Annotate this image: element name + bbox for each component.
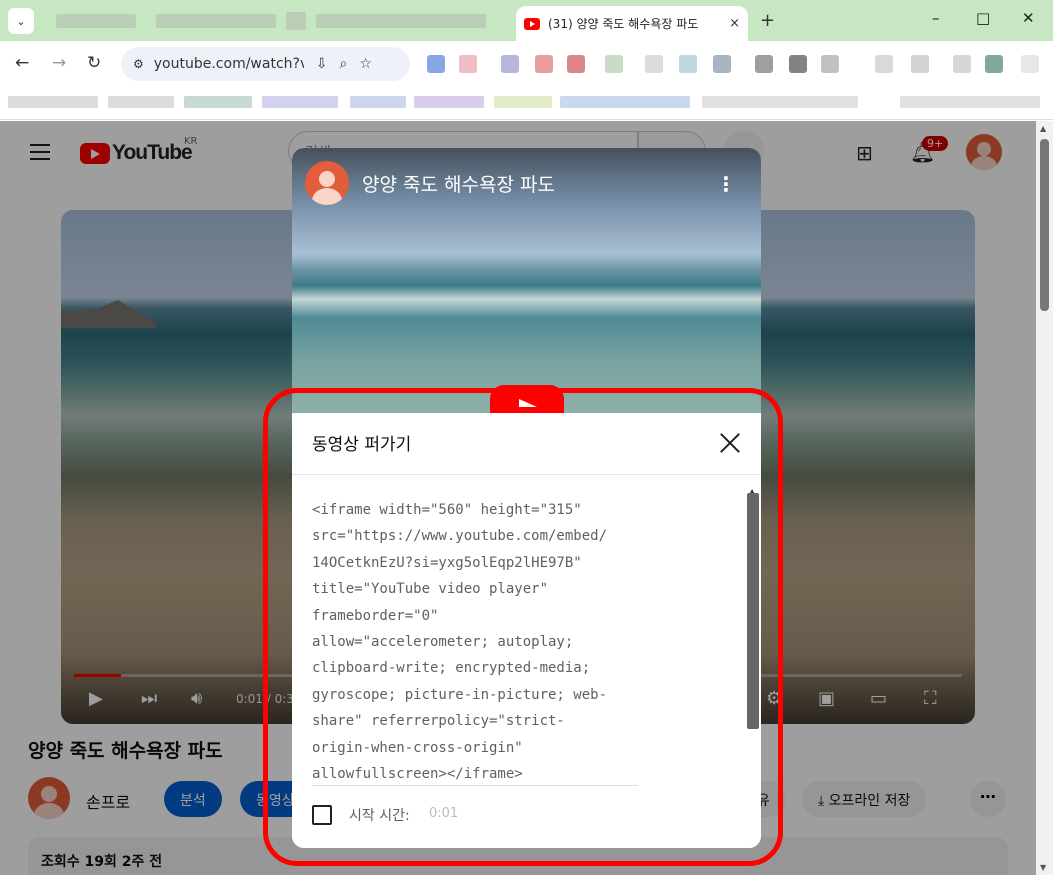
extension-icon[interactable] [985, 55, 1003, 73]
extension-icon[interactable] [679, 55, 697, 73]
zoom-icon[interactable]: ⌕ [340, 56, 348, 72]
tab-close-icon[interactable]: × [729, 16, 740, 31]
address-bar[interactable]: ⚙ youtube.com/watch?v... ⇩ ⌕ ☆ [121, 47, 410, 81]
embed-preview-video[interactable]: 양양 죽도 해수욕장 파도 ⋮ [292, 148, 761, 415]
blurred-tabs [46, 6, 506, 36]
extension-icon[interactable] [605, 55, 623, 73]
reload-icon[interactable]: ↻ [87, 53, 101, 73]
bookmark-item[interactable] [414, 96, 484, 108]
extension-icon[interactable] [821, 55, 839, 73]
tab-placeholder[interactable] [56, 14, 136, 28]
bookmark-item[interactable] [184, 96, 252, 108]
bookmarks-bar [0, 87, 1053, 120]
tab-placeholder[interactable] [316, 14, 486, 28]
extension-icon[interactable] [1021, 55, 1039, 73]
tab-title: (31) 양양 죽도 해수욕장 파도 [548, 17, 699, 31]
embed-preview-title: 양양 죽도 해수욕장 파도 [362, 174, 555, 196]
extension-icon[interactable] [501, 55, 519, 73]
bookmark-item[interactable] [108, 96, 174, 108]
tab-placeholder[interactable] [156, 14, 276, 28]
back-arrow-icon[interactable]: ← [15, 53, 29, 73]
site-info-icon[interactable]: ⚙ [133, 57, 144, 71]
install-app-icon[interactable]: ⇩ [316, 56, 328, 72]
annotation-highlight [263, 388, 783, 866]
bookmark-item[interactable] [8, 96, 98, 108]
extension-icon[interactable] [645, 55, 663, 73]
new-tab-button[interactable]: + [760, 10, 775, 31]
bookmark-item[interactable] [262, 96, 338, 108]
extension-icon[interactable] [459, 55, 477, 73]
close-window-button[interactable]: ✕ [1022, 9, 1035, 27]
bookmark-item[interactable] [900, 96, 1040, 108]
embed-channel-avatar [305, 161, 349, 205]
kebab-menu-icon[interactable]: ⋮ [716, 172, 736, 196]
maximize-button[interactable]: □ [976, 9, 990, 27]
bookmark-item[interactable] [702, 96, 858, 108]
bookmark-item[interactable] [494, 96, 552, 108]
extension-icon[interactable] [789, 55, 807, 73]
extension-icon[interactable] [713, 55, 731, 73]
tab-strip: ⌄ (31) 양양 죽도 해수욕장 파도 × + – □ ✕ [0, 0, 1053, 41]
minimize-button[interactable]: – [932, 9, 940, 27]
scroll-up-arrow-icon[interactable]: ▲ [1040, 124, 1046, 133]
scroll-down-arrow-icon[interactable]: ▼ [1040, 863, 1046, 872]
address-text[interactable]: youtube.com/watch?v... [154, 56, 304, 72]
tab-placeholder[interactable] [286, 12, 306, 30]
translate-extension-icon[interactable] [427, 55, 445, 73]
tab-search-button[interactable]: ⌄ [8, 8, 34, 34]
bookmark-item[interactable] [560, 96, 690, 108]
bookmark-star-icon[interactable]: ☆ [359, 56, 372, 72]
extension-icon[interactable] [755, 55, 773, 73]
page-scrollbar-thumb[interactable] [1040, 139, 1049, 311]
extension-icon[interactable] [911, 55, 929, 73]
chevron-down-icon: ⌄ [16, 14, 26, 28]
page-scrollbar[interactable]: ▲ ▼ [1036, 121, 1053, 875]
extensions-strip [425, 55, 1045, 77]
extension-icon[interactable] [535, 55, 553, 73]
extension-icon[interactable] [567, 55, 585, 73]
active-tab[interactable]: (31) 양양 죽도 해수욕장 파도 × [516, 6, 748, 41]
browser-toolbar: ← → ↻ ⚙ youtube.com/watch?v... ⇩ ⌕ ☆ [0, 41, 1053, 87]
extension-icon[interactable] [875, 55, 893, 73]
extension-icon[interactable] [953, 55, 971, 73]
forward-arrow-icon[interactable]: → [52, 53, 66, 73]
youtube-favicon-icon [524, 17, 540, 30]
bookmark-item[interactable] [350, 96, 406, 108]
